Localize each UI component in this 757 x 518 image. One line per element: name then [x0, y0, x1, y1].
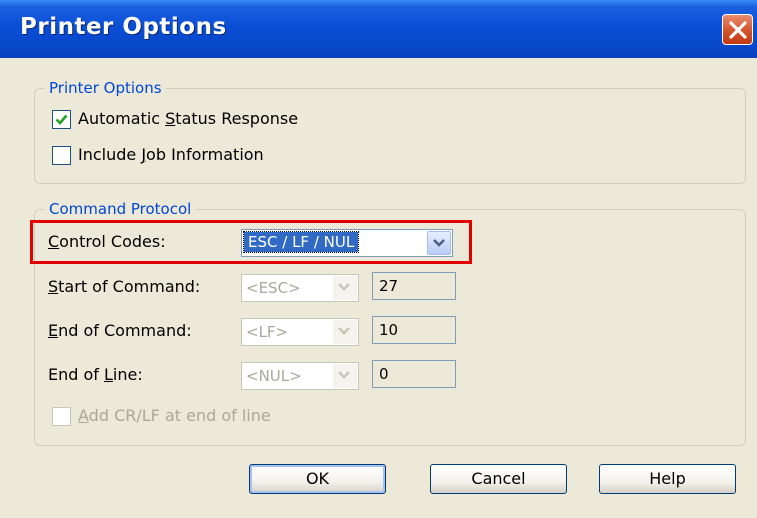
chevron-down-icon: [338, 327, 350, 335]
checkmark-icon: [55, 114, 68, 125]
end-of-line-label: End of Line:: [48, 365, 143, 384]
start-of-command-select-value: <ESC>: [246, 279, 301, 297]
dialog-body: Printer Options Automatic Status Respons…: [0, 58, 757, 518]
end-of-command-dropdown-button: [333, 320, 357, 344]
automatic-status-response-checkbox[interactable]: [52, 110, 71, 129]
chevron-down-icon: [338, 283, 350, 291]
printer-options-group-label: Printer Options: [45, 79, 166, 97]
end-of-line-select: <NUL>: [241, 362, 359, 390]
add-cr-lf-label: Add CR/LF at end of line: [78, 406, 271, 425]
close-icon: [729, 21, 747, 39]
window-title: Printer Options: [20, 14, 227, 40]
start-of-command-select: <ESC>: [241, 274, 359, 302]
automatic-status-response-label: Automatic Status Response: [78, 109, 299, 128]
ok-button[interactable]: OK: [249, 464, 386, 494]
command-protocol-group-label: Command Protocol: [45, 200, 196, 218]
add-cr-lf-checkbox: [52, 407, 71, 426]
cancel-button[interactable]: Cancel: [430, 464, 567, 494]
end-of-command-label: End of Command:: [48, 321, 192, 340]
start-of-command-code[interactable]: 27: [372, 272, 456, 300]
control-codes-highlight: [30, 220, 472, 264]
title-bar: Printer Options: [0, 0, 757, 58]
end-of-command-select-value: <LF>: [246, 323, 289, 341]
close-button[interactable]: [722, 14, 753, 45]
start-of-command-dropdown-button: [333, 276, 357, 300]
end-of-line-select-value: <NUL>: [246, 367, 302, 385]
include-job-information-label: Include Job Information: [78, 145, 264, 164]
help-button[interactable]: Help: [599, 464, 736, 494]
end-of-command-code[interactable]: 10: [372, 316, 456, 344]
end-of-command-select: <LF>: [241, 318, 359, 346]
include-job-information-checkbox[interactable]: [52, 146, 71, 165]
end-of-line-code[interactable]: 0: [372, 360, 456, 388]
start-of-command-label: Start of Command:: [48, 277, 201, 296]
printer-options-group: Printer Options: [34, 79, 746, 184]
end-of-line-dropdown-button: [333, 364, 357, 388]
chevron-down-icon: [338, 371, 350, 379]
